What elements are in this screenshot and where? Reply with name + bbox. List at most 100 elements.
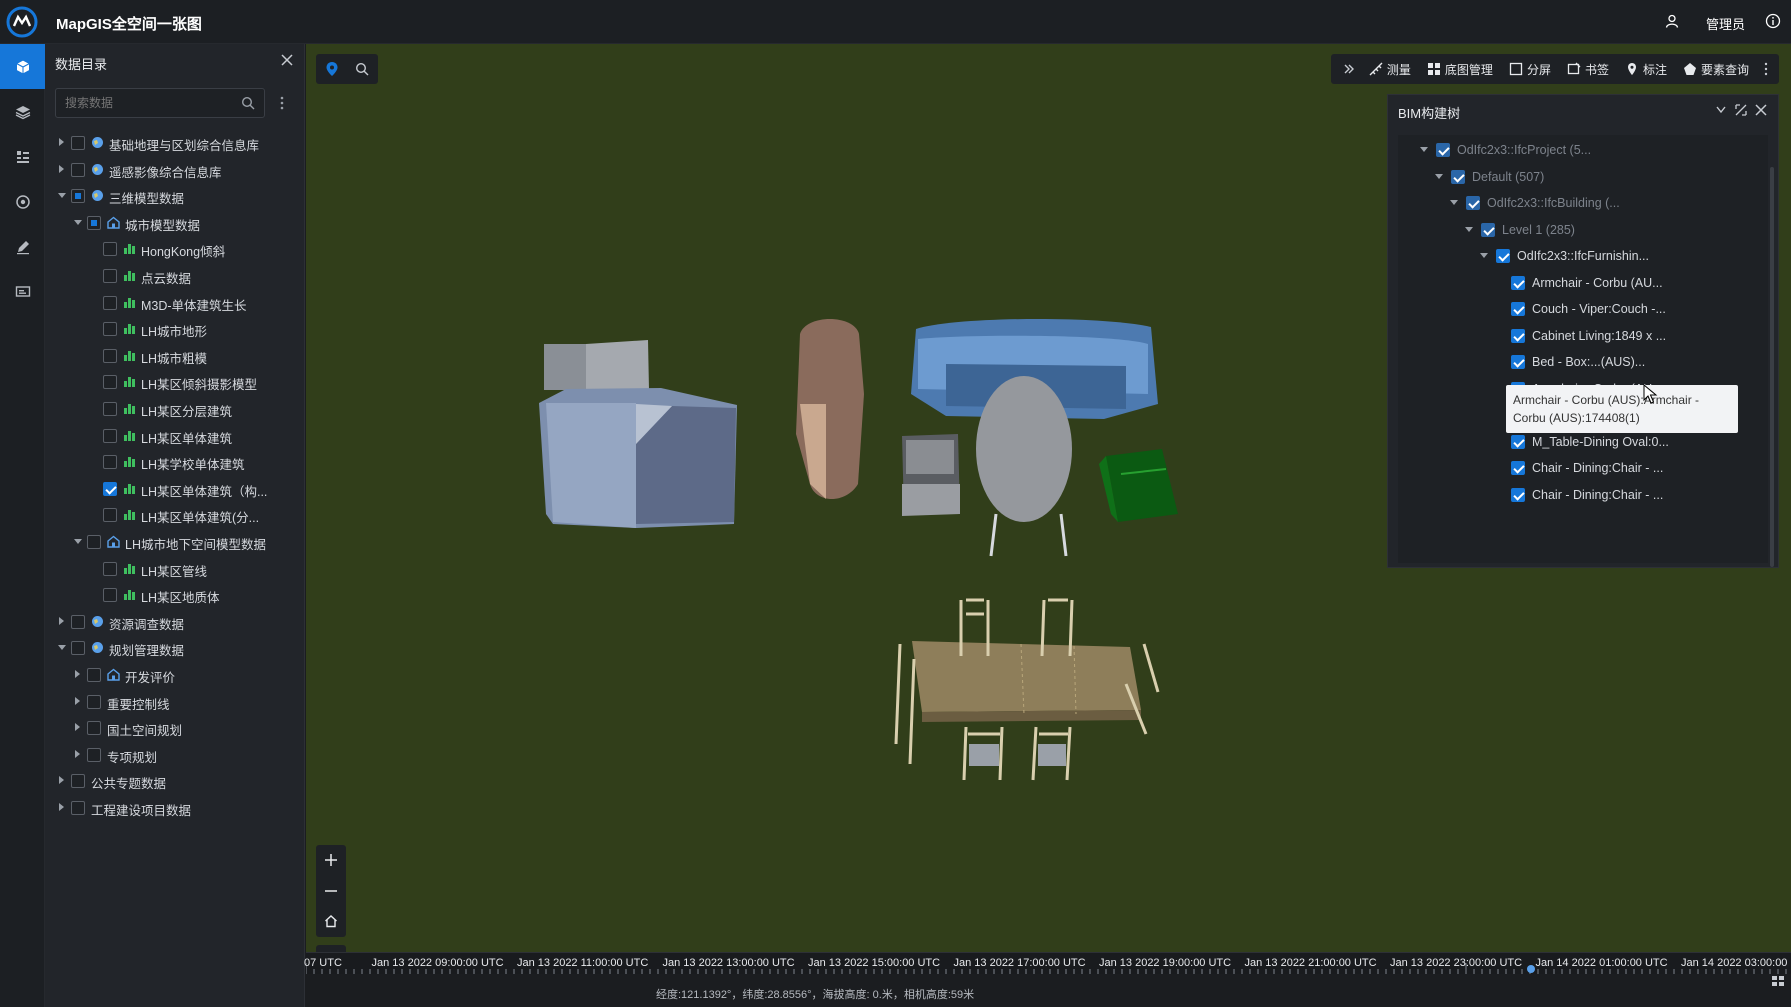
checkbox[interactable] [103, 428, 117, 443]
checkbox[interactable] [1511, 275, 1525, 290]
checkbox[interactable] [71, 774, 85, 789]
caret-down-icon[interactable] [1465, 226, 1473, 232]
checkbox[interactable] [71, 162, 85, 177]
checkbox[interactable] [103, 295, 117, 310]
nav-analysis[interactable] [0, 179, 45, 224]
tree-row[interactable]: LH某区分层建筑 [45, 394, 305, 424]
location-icon[interactable] [325, 61, 339, 77]
caret-down-icon[interactable] [1420, 147, 1428, 152]
nav-edit[interactable] [0, 224, 45, 269]
checkbox[interactable] [1451, 169, 1465, 184]
armchair-model[interactable] [902, 434, 960, 516]
bim-tree-row[interactable]: Armchair - Corbu (AU... [1398, 268, 1758, 298]
checkbox[interactable] [103, 269, 117, 283]
bim-tree-row[interactable]: Default (507) [1398, 162, 1758, 192]
checkbox[interactable] [71, 641, 85, 656]
checkbox[interactable] [1511, 487, 1525, 502]
checkbox[interactable] [103, 322, 117, 337]
tree-row[interactable]: LH某区单体建筑(分... [45, 500, 305, 530]
nav-layers[interactable] [0, 89, 45, 134]
caret-right-icon[interactable] [59, 138, 64, 146]
more-options-icon[interactable] [278, 95, 286, 111]
cabinet-model[interactable] [796, 319, 864, 499]
chevron-down-icon[interactable] [1716, 106, 1726, 114]
tree-row[interactable]: 国土空间规划 [45, 713, 305, 743]
toolbar-item-query[interactable]: 要素查询 [1683, 61, 1749, 78]
checkbox[interactable] [103, 375, 117, 390]
tree-row[interactable]: 专项规划 [45, 740, 305, 770]
nav-data-catalog[interactable] [0, 44, 45, 89]
checkbox[interactable] [87, 721, 101, 736]
caret-right-icon[interactable] [59, 803, 64, 811]
bed-model[interactable] [539, 340, 737, 528]
tree-row[interactable]: LH城市地形 [45, 314, 305, 344]
caret-right-icon[interactable] [75, 670, 80, 678]
checkbox[interactable] [1436, 143, 1450, 157]
tree-row[interactable]: 重要控制线 [45, 687, 305, 717]
caret-down-icon[interactable] [74, 539, 82, 544]
dining-table-model[interactable] [894, 598, 1160, 781]
tree-row[interactable]: 规划管理数据 [45, 633, 305, 663]
scrollbar[interactable] [1770, 167, 1774, 567]
checkbox[interactable] [1511, 461, 1525, 475]
bim-tree-row[interactable]: OdIfc2x3::IfcFurnishin... [1398, 241, 1758, 271]
tree-row[interactable]: 公共专题数据 [45, 766, 305, 796]
info-icon[interactable] [1765, 13, 1781, 29]
checkbox[interactable] [103, 481, 117, 496]
bim-tree-row[interactable]: OdIfc2x3::IfcBuilding (... [1398, 188, 1758, 218]
caret-right-icon[interactable] [75, 749, 80, 758]
checkbox[interactable] [87, 215, 101, 230]
caret-right-icon[interactable] [59, 616, 64, 625]
close-icon[interactable] [1755, 104, 1767, 116]
checkbox[interactable] [71, 801, 85, 815]
bim-tree-row[interactable]: Bed - Box:...(AUS)... [1398, 347, 1758, 377]
caret-down-icon[interactable] [1435, 173, 1443, 179]
search-icon[interactable] [355, 62, 369, 76]
tree-row[interactable]: LH某区地质体 [45, 580, 305, 610]
tree-row[interactable]: 资源调查数据 [45, 607, 305, 637]
tree-row[interactable]: LH城市地下空间模型数据 [45, 527, 305, 557]
green-box-model[interactable] [1099, 449, 1178, 522]
timeline-settings-icon[interactable] [1771, 974, 1785, 988]
nav-screen[interactable] [0, 269, 45, 314]
tree-row[interactable]: LH某区单体建筑 [45, 421, 305, 451]
tree-row[interactable]: 工程建设项目数据 [45, 793, 305, 823]
checkbox[interactable] [87, 535, 101, 549]
checkbox[interactable] [1511, 434, 1525, 449]
bim-tree-row[interactable]: OdIfc2x3::IfcProject (5... [1398, 135, 1758, 165]
timeline-current-marker[interactable] [1527, 965, 1535, 973]
toolbar-item-split-screen[interactable]: 分屏 [1509, 61, 1551, 78]
tree-row[interactable]: 城市模型数据 [45, 208, 305, 238]
checkbox[interactable] [1511, 355, 1525, 369]
tree-row[interactable]: LH某学校单体建筑 [45, 447, 305, 477]
zoom-in-icon[interactable] [324, 853, 338, 867]
zoom-out-icon[interactable] [324, 884, 338, 898]
collapse-icon[interactable] [1343, 63, 1355, 75]
tree-row[interactable]: LH某区管线 [45, 554, 305, 584]
checkbox[interactable] [87, 747, 101, 762]
checkbox[interactable] [103, 242, 117, 257]
caret-down-icon[interactable] [58, 645, 66, 651]
oval-table-model[interactable] [976, 376, 1072, 557]
timeline[interactable]: 07 UTC Jan 13 2022 09:00:00 UTC Jan 13 202… [304, 952, 1791, 975]
bim-tree-row[interactable]: Couch - Viper:Couch -... [1398, 294, 1758, 324]
checkbox[interactable] [1511, 328, 1525, 343]
checkbox[interactable] [71, 614, 85, 629]
caret-right-icon[interactable] [59, 776, 64, 785]
user-name[interactable]: 管理员 [1706, 14, 1745, 33]
caret-down-icon[interactable] [1480, 253, 1488, 258]
tree-row[interactable]: LH某区单体建筑（构... [45, 474, 305, 504]
more-options-icon[interactable] [1763, 62, 1769, 76]
tree-row[interactable]: 三维模型数据 [45, 181, 305, 211]
checkbox[interactable] [103, 455, 117, 470]
checkbox[interactable] [103, 348, 117, 363]
checkbox[interactable] [103, 588, 117, 603]
caret-right-icon[interactable] [75, 723, 80, 732]
checkbox[interactable] [103, 508, 117, 523]
toolbar-item-basemap[interactable]: 底图管理 [1427, 61, 1493, 78]
tree-row[interactable]: M3D-单体建筑生长 [45, 288, 305, 318]
search-input[interactable] [55, 88, 265, 118]
caret-down-icon[interactable] [58, 193, 66, 199]
search-icon[interactable] [241, 96, 255, 110]
checkbox[interactable] [1481, 222, 1495, 237]
